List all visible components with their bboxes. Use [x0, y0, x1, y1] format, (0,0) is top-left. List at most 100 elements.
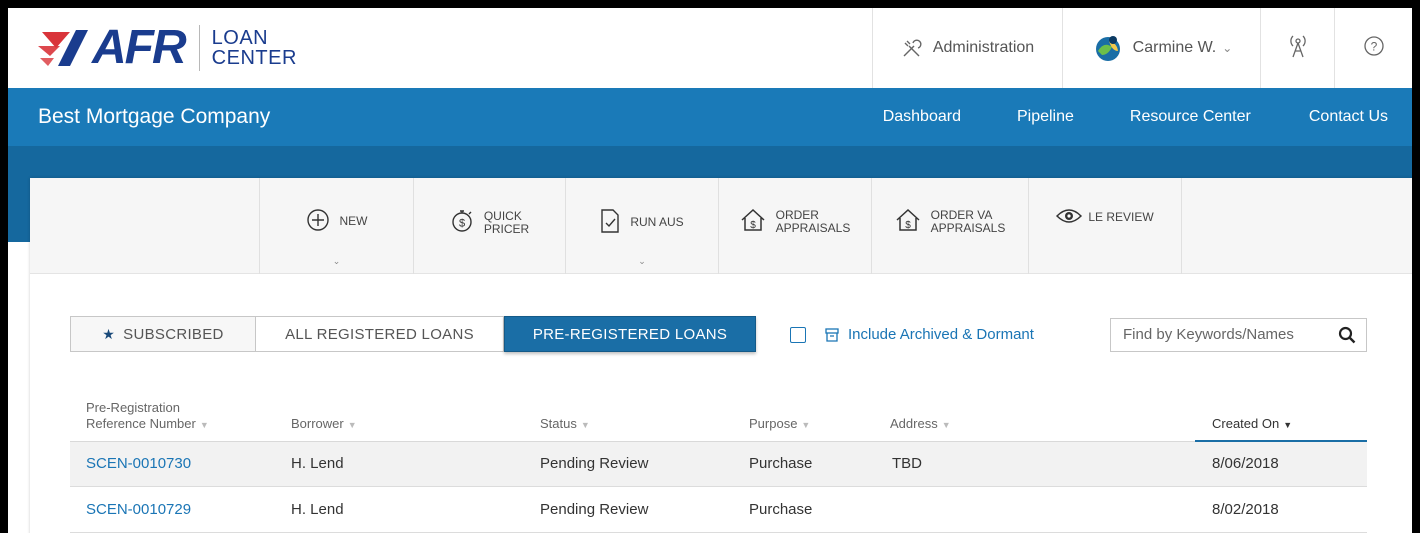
table-row[interactable]: SCEN-0010730 H. Lend Pending Review Purc…: [70, 442, 1367, 487]
new-button[interactable]: NEW ⌄: [259, 178, 413, 274]
administration-button[interactable]: Administration: [872, 8, 1062, 88]
document-check-icon: [600, 208, 620, 237]
search-input[interactable]: [1123, 326, 1323, 343]
tab-pre-registered-label: PRE-REGISTERED LOANS: [532, 325, 728, 343]
chevron-down-icon: ⌄: [332, 256, 341, 266]
logo-subtitle: LOAN CENTER: [212, 28, 297, 68]
help-icon: ?: [1363, 35, 1385, 62]
borrower-cell: H. Lend: [291, 455, 344, 472]
column-created-on[interactable]: Created On ▼: [1212, 416, 1292, 433]
order-appraisals-button[interactable]: $ ORDER APPRAISALS: [718, 178, 871, 274]
table-header: Pre-Registration Reference Number ▼ Borro…: [70, 386, 1367, 442]
chevron-down-icon: ⌄: [1222, 41, 1233, 55]
order-appraisals-label: ORDER APPRAISALS: [775, 208, 851, 235]
nav-dashboard[interactable]: Dashboard: [883, 108, 961, 126]
include-archived-checkbox[interactable]: [790, 326, 806, 343]
sort-desc-icon: ▼: [1283, 420, 1293, 430]
broadcast-icon: [1287, 33, 1309, 64]
loan-view-tabs: ★ SUBSCRIBED ALL REGISTERED LOANS PRE-RE…: [70, 316, 756, 352]
house-dollar-icon: $: [895, 208, 921, 235]
column-reference-line2: Reference Number: [86, 416, 196, 431]
tab-all-registered-label: ALL REGISTERED LOANS: [285, 325, 474, 343]
quick-pricer-label: QUICK PRICER: [483, 208, 530, 236]
top-right-menu: Administration Carmine W. ⌄ ?: [872, 8, 1412, 88]
user-globe-icon: [1091, 33, 1125, 63]
tab-pre-registered-loans[interactable]: PRE-REGISTERED LOANS: [504, 316, 756, 352]
company-name: Best Mortgage Company: [38, 105, 271, 128]
tab-subscribed[interactable]: ★ SUBSCRIBED: [70, 316, 256, 352]
logo-subtitle-line2: CENTER: [211, 47, 297, 69]
va-appraisals-label: APPRAISALS: [930, 220, 1006, 235]
column-created-label: Created On: [1212, 416, 1280, 431]
nav-links: Dashboard Pipeline Resource Center Conta…: [883, 108, 1388, 126]
purpose-cell: Purchase: [749, 501, 813, 518]
column-status[interactable]: Status ▼: [540, 416, 590, 433]
column-reference-line1: Pre-Registration: [86, 400, 180, 415]
purpose-cell: Purchase: [749, 455, 813, 472]
administration-label: Administration: [932, 39, 1035, 56]
run-aus-button[interactable]: RUN AUS ⌄: [565, 178, 718, 274]
column-borrower-label: Borrower: [291, 416, 344, 431]
svg-text:?: ?: [1370, 39, 1377, 53]
keyword-search: [1110, 318, 1367, 352]
quick-label: QUICK: [483, 208, 522, 223]
status-cell: Pending Review: [540, 501, 649, 518]
nav-contact-us[interactable]: Contact Us: [1309, 108, 1388, 126]
archive-box-icon: [824, 327, 840, 343]
tools-icon: [901, 37, 925, 59]
logo-subtitle-line1: LOAN: [211, 27, 269, 49]
run-aus-label: RUN AUS: [630, 215, 684, 229]
sort-icon: ▼: [347, 420, 357, 430]
afr-logo-mark-icon: [38, 30, 88, 66]
house-dollar-icon: $: [740, 208, 766, 235]
order-va-appraisals-button[interactable]: $ ORDER VA APPRAISALS: [871, 178, 1028, 274]
new-label: NEW: [339, 214, 368, 228]
nav-pipeline[interactable]: Pipeline: [1017, 108, 1074, 126]
column-purpose-label: Purpose: [749, 416, 798, 431]
reference-link[interactable]: SCEN-0010729: [86, 501, 191, 518]
nav-resource-center[interactable]: Resource Center: [1130, 108, 1251, 126]
top-header: AFR LOAN CENTER Administration Carmine W…: [8, 8, 1412, 88]
pricer-label: PRICER: [483, 221, 530, 236]
column-reference-number[interactable]: Pre-Registration Reference Number ▼: [86, 400, 209, 433]
include-archived-label[interactable]: Include Archived & Dormant: [848, 326, 1034, 343]
column-borrower[interactable]: Borrower ▼: [291, 416, 357, 433]
sort-icon: ▼: [580, 420, 590, 430]
sort-icon: ▼: [801, 420, 811, 430]
svg-text:$: $: [750, 220, 756, 231]
app-window: AFR LOAN CENTER Administration Carmine W…: [8, 8, 1412, 533]
tab-all-registered-loans[interactable]: ALL REGISTERED LOANS: [256, 316, 504, 352]
svg-text:$: $: [459, 218, 465, 230]
order-va-label: ORDER VA: [930, 207, 993, 222]
star-icon: ★: [102, 325, 116, 342]
logo-divider: [198, 25, 200, 71]
reference-link[interactable]: SCEN-0010730: [86, 455, 191, 472]
eye-icon: [1056, 208, 1083, 227]
address-cell: TBD: [892, 455, 922, 472]
le-review-label: LE REVIEW: [1088, 210, 1154, 224]
created-on-cell: 8/06/2018: [1212, 455, 1279, 472]
logo-text: AFR: [92, 21, 187, 74]
pipeline-panel: NEW ⌄ $ QUICK PRICER RUN AUS ⌄ $ ORDER A…: [30, 178, 1412, 533]
main-navbar: Best Mortgage Company Dashboard Pipeline…: [8, 88, 1412, 146]
afr-logo[interactable]: AFR LOAN CENTER: [36, 20, 297, 76]
status-cell: Pending Review: [540, 455, 649, 472]
broadcast-button[interactable]: [1260, 8, 1334, 88]
column-purpose[interactable]: Purpose ▼: [749, 416, 810, 433]
user-menu[interactable]: Carmine W. ⌄: [1062, 8, 1260, 88]
quick-pricer-button[interactable]: $ QUICK PRICER: [413, 178, 565, 274]
column-address-label: Address: [890, 416, 938, 431]
plus-circle-icon: [306, 208, 330, 235]
svg-text:$: $: [905, 220, 911, 231]
le-review-button[interactable]: LE REVIEW: [1028, 178, 1182, 274]
sort-icon: ▼: [941, 420, 951, 430]
borrower-cell: H. Lend: [291, 501, 344, 518]
chevron-down-icon: ⌄: [638, 256, 646, 266]
appraisals-label: APPRAISALS: [775, 220, 851, 235]
column-address[interactable]: Address ▼: [890, 416, 951, 433]
table-row[interactable]: SCEN-0010729 H. Lend Pending Review Purc…: [70, 488, 1367, 533]
help-button[interactable]: ?: [1334, 8, 1412, 88]
order-va-appraisals-label: ORDER VA APPRAISALS: [930, 207, 1006, 235]
include-archived-filter: Include Archived & Dormant: [790, 326, 1034, 343]
search-icon[interactable]: [1338, 326, 1356, 349]
